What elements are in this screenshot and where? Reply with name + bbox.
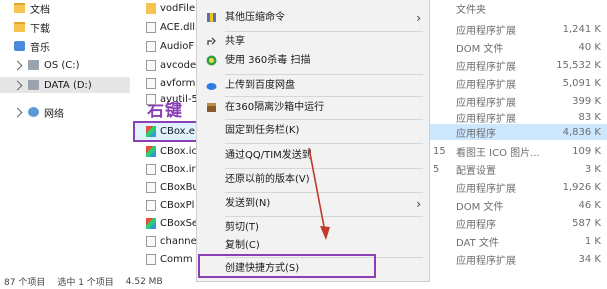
- annotation-arrow-icon: [308, 147, 330, 240]
- selected-size: 4.52 MB: [125, 276, 163, 287]
- selected-count: 选中 1 个项目: [57, 278, 114, 288]
- status-bar: 87 个项目 选中 1 个项目 4.52 MB: [0, 274, 607, 289]
- item-count: 87 个项目: [4, 278, 46, 288]
